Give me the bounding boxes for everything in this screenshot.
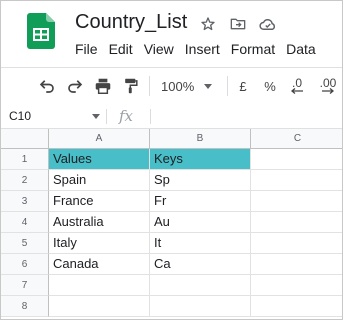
zoom-value: 100% xyxy=(161,78,195,94)
cell-a5[interactable]: Italy xyxy=(49,233,150,254)
currency-format-button[interactable]: £ xyxy=(235,76,251,96)
row-header-8[interactable]: 8 xyxy=(1,296,49,317)
menu-bar: File Edit View Insert Format Data xyxy=(75,41,327,57)
cell-a7[interactable] xyxy=(49,275,150,296)
fx-icon: fx xyxy=(119,107,134,125)
cell-c4[interactable] xyxy=(251,212,342,233)
cell-a2[interactable]: Spain xyxy=(49,170,150,191)
cell-c5[interactable] xyxy=(251,233,342,254)
app-header: Country_List File Edit View Insert Forma… xyxy=(1,1,342,67)
menu-item-file[interactable]: File xyxy=(75,41,98,57)
cell-b7[interactable] xyxy=(150,275,251,296)
print-icon[interactable] xyxy=(93,76,113,96)
column-header-c[interactable]: C xyxy=(251,129,342,149)
row-header-7[interactable]: 7 xyxy=(1,275,49,296)
row-header-3[interactable]: 3 xyxy=(1,191,49,212)
document-title[interactable]: Country_List xyxy=(75,11,187,34)
arrow-right-icon xyxy=(322,88,334,94)
move-folder-icon[interactable] xyxy=(227,13,249,35)
cell-a6[interactable]: Canada xyxy=(49,254,150,275)
cell-a3[interactable]: France xyxy=(49,191,150,212)
row-header-2[interactable]: 2 xyxy=(1,170,49,191)
cell-c7[interactable] xyxy=(251,275,342,296)
sheets-window: Country_List File Edit View Insert Forma… xyxy=(0,0,343,320)
cell-a8[interactable] xyxy=(49,296,150,317)
name-box-chevron-down-icon[interactable] xyxy=(92,114,100,119)
title-actions xyxy=(197,13,279,35)
menu-item-view[interactable]: View xyxy=(144,41,174,57)
formula-divider xyxy=(150,109,151,124)
cell-b3[interactable]: Fr xyxy=(150,191,251,212)
menu-item-data[interactable]: Data xyxy=(286,41,316,57)
menu-item-edit[interactable]: Edit xyxy=(109,41,133,57)
star-icon[interactable] xyxy=(197,13,219,35)
increase-decimals-label: .00 xyxy=(319,76,337,90)
cell-c8[interactable] xyxy=(251,296,342,317)
row-header-6[interactable]: 6 xyxy=(1,254,49,275)
cell-b2[interactable]: Sp xyxy=(150,170,251,191)
cell-a4[interactable]: Australia xyxy=(49,212,150,233)
paint-format-icon[interactable] xyxy=(121,76,141,96)
google-sheets-logo-icon[interactable] xyxy=(27,13,55,49)
cell-c6[interactable] xyxy=(251,254,342,275)
column-header-b[interactable]: B xyxy=(150,129,251,149)
cell-c1[interactable] xyxy=(251,149,342,170)
chevron-down-icon xyxy=(204,83,213,89)
menu-item-insert[interactable]: Insert xyxy=(185,41,220,57)
name-box[interactable]: C10 xyxy=(9,109,31,123)
cell-b5[interactable]: It xyxy=(150,233,251,254)
formula-bar: C10 fx xyxy=(1,105,342,129)
undo-icon[interactable] xyxy=(37,76,57,96)
zoom-select[interactable]: 100% xyxy=(161,76,217,96)
cloud-status-icon[interactable] xyxy=(257,13,279,35)
formula-input[interactable] xyxy=(155,109,340,124)
arrow-left-icon xyxy=(291,88,303,94)
increase-decimals-button[interactable]: .00 xyxy=(315,76,341,96)
toolbar: 100% £ % .0 .00 xyxy=(1,67,342,106)
select-all-corner[interactable] xyxy=(1,129,49,149)
cell-a1[interactable]: Values xyxy=(49,149,150,170)
cell-c3[interactable] xyxy=(251,191,342,212)
row-header-1[interactable]: 1 xyxy=(1,149,49,170)
toolbar-divider xyxy=(227,76,228,96)
decrease-decimals-button[interactable]: .0 xyxy=(287,76,307,96)
toolbar-divider xyxy=(149,76,150,96)
menu-item-format[interactable]: Format xyxy=(231,41,275,57)
column-header-a[interactable]: A xyxy=(49,129,150,149)
percent-format-button[interactable]: % xyxy=(261,76,279,96)
cell-b4[interactable]: Au xyxy=(150,212,251,233)
cell-b8[interactable] xyxy=(150,296,251,317)
spreadsheet-grid: A B C 1 Values Keys 2 Spain Sp 3 France … xyxy=(1,129,342,319)
cell-c2[interactable] xyxy=(251,170,342,191)
cell-b6[interactable]: Ca xyxy=(150,254,251,275)
row-header-4[interactable]: 4 xyxy=(1,212,49,233)
cell-b1[interactable]: Keys xyxy=(150,149,251,170)
decrease-decimals-label: .0 xyxy=(291,76,302,90)
row-header-5[interactable]: 5 xyxy=(1,233,49,254)
redo-icon[interactable] xyxy=(65,76,85,96)
formula-divider xyxy=(106,109,107,124)
